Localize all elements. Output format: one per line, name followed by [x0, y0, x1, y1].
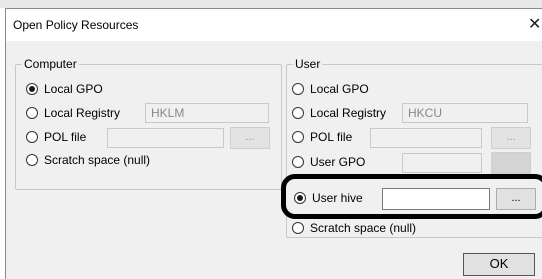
radio-icon[interactable] — [26, 107, 38, 119]
user-gpo-option[interactable]: User GPO — [292, 152, 365, 172]
computer-pol-file-field[interactable] — [107, 128, 224, 148]
radio-icon[interactable] — [292, 222, 304, 234]
computer-scratch-space-option[interactable]: Scratch space (null) — [26, 150, 150, 170]
radio-icon[interactable] — [294, 192, 306, 204]
user-local-registry-label: Local Registry — [310, 106, 387, 120]
radio-icon[interactable] — [292, 131, 304, 143]
computer-group: Computer Local GPO Local Registry HKLM P… — [15, 57, 282, 190]
computer-pol-file-label: POL file — [44, 130, 87, 144]
computer-scratch-space-label: Scratch space (null) — [44, 153, 151, 167]
computer-local-registry-label: Local Registry — [44, 106, 121, 120]
ok-button[interactable]: OK — [463, 253, 535, 276]
dialog-title: Open Policy Resources — [13, 18, 139, 32]
radio-icon[interactable] — [26, 154, 38, 166]
radio-icon[interactable] — [26, 131, 38, 143]
radio-icon[interactable] — [292, 83, 304, 95]
user-gpo-label: User GPO — [310, 155, 366, 169]
user-gpo-field[interactable] — [402, 153, 482, 173]
user-scratch-space-option[interactable]: Scratch space (null) — [292, 218, 416, 238]
computer-pol-browse-button[interactable]: ... — [230, 127, 270, 149]
user-gpo-browse-button[interactable] — [491, 152, 531, 174]
computer-pol-file-option[interactable]: POL file — [26, 127, 86, 147]
open-policy-resources-dialog: Open Policy Resources ✕ Computer Local G… — [5, 8, 542, 279]
computer-local-gpo-label: Local GPO — [44, 82, 103, 96]
user-hive-browse-button[interactable]: ... — [496, 188, 536, 210]
user-local-gpo-option[interactable]: Local GPO — [292, 79, 369, 99]
computer-local-gpo-option[interactable]: Local GPO — [26, 79, 103, 99]
user-group-label: User — [293, 57, 323, 71]
radio-icon[interactable] — [292, 107, 304, 119]
computer-group-label: Computer — [22, 57, 79, 71]
radio-icon[interactable] — [26, 83, 38, 95]
user-pol-file-label: POL file — [310, 130, 353, 144]
user-registry-field[interactable]: HKCU — [402, 103, 528, 123]
user-hive-label: User hive — [312, 191, 363, 205]
computer-registry-field[interactable]: HKLM — [145, 103, 269, 123]
title-bar: Open Policy Resources ✕ — [6, 9, 542, 41]
user-pol-browse-button[interactable]: ... — [491, 127, 531, 149]
user-hive-option[interactable]: User hive — [294, 188, 363, 208]
user-local-gpo-label: Local GPO — [310, 82, 369, 96]
close-icon[interactable]: ✕ — [528, 14, 541, 33]
user-pol-file-option[interactable]: POL file — [292, 127, 352, 147]
user-pol-file-field[interactable] — [370, 128, 482, 148]
computer-local-registry-option[interactable]: Local Registry — [26, 103, 120, 123]
user-hive-field[interactable] — [382, 188, 490, 210]
radio-icon[interactable] — [292, 156, 304, 168]
background-strip — [0, 0, 542, 8]
user-scratch-space-label: Scratch space (null) — [310, 221, 417, 235]
user-local-registry-option[interactable]: Local Registry — [292, 103, 386, 123]
